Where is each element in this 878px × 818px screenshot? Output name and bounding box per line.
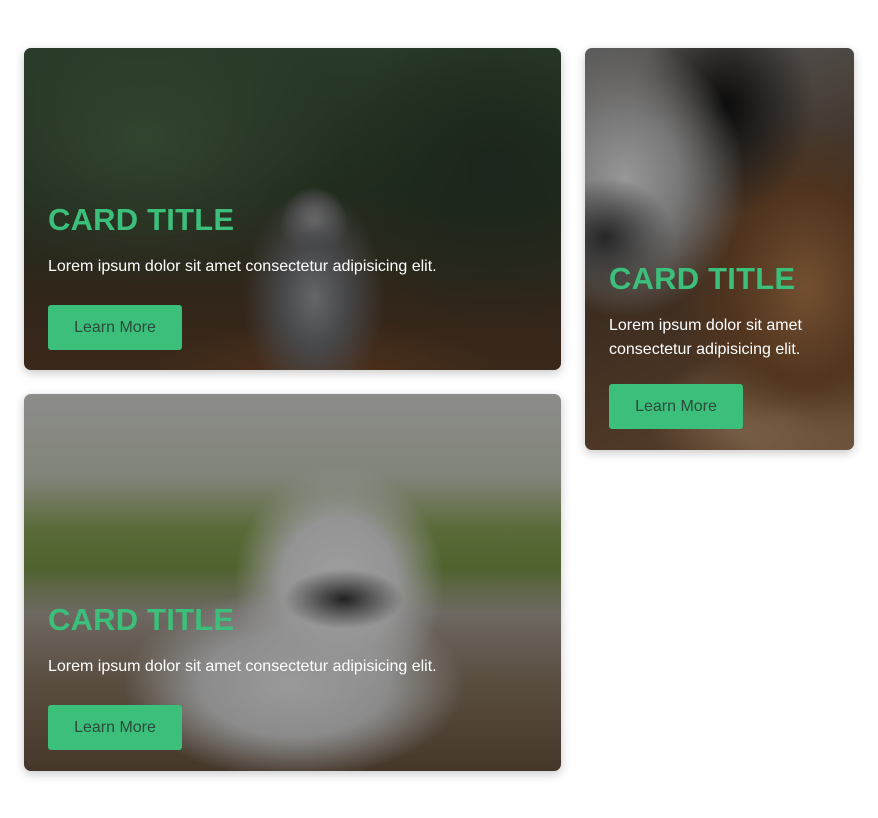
card-husky: CARD TITLE Lorem ipsum dolor sit amet co… (24, 48, 561, 370)
learn-more-button[interactable]: Learn More (609, 384, 743, 429)
card-title: CARD TITLE (48, 602, 235, 637)
learn-more-button[interactable]: Learn More (48, 705, 182, 750)
card-dogs: CARD TITLE Lorem ipsum dolor sit amet co… (585, 48, 854, 450)
card-content: CARD TITLE Lorem ipsum dolor sit amet co… (48, 602, 537, 750)
card-content: CARD TITLE Lorem ipsum dolor sit amet co… (48, 202, 537, 350)
card-title: CARD TITLE (609, 261, 796, 296)
card-text: Lorem ipsum dolor sit amet consectetur a… (48, 258, 437, 275)
learn-more-button[interactable]: Learn More (48, 305, 182, 350)
card-white-puppy: CARD TITLE Lorem ipsum dolor sit amet co… (24, 394, 561, 771)
card-title: CARD TITLE (48, 202, 235, 237)
card-content: CARD TITLE Lorem ipsum dolor sit amet co… (609, 261, 830, 429)
card-text: Lorem ipsum dolor sit amet consectetur a… (48, 658, 437, 675)
card-text: Lorem ipsum dolor sit amet consectetur a… (609, 317, 802, 358)
